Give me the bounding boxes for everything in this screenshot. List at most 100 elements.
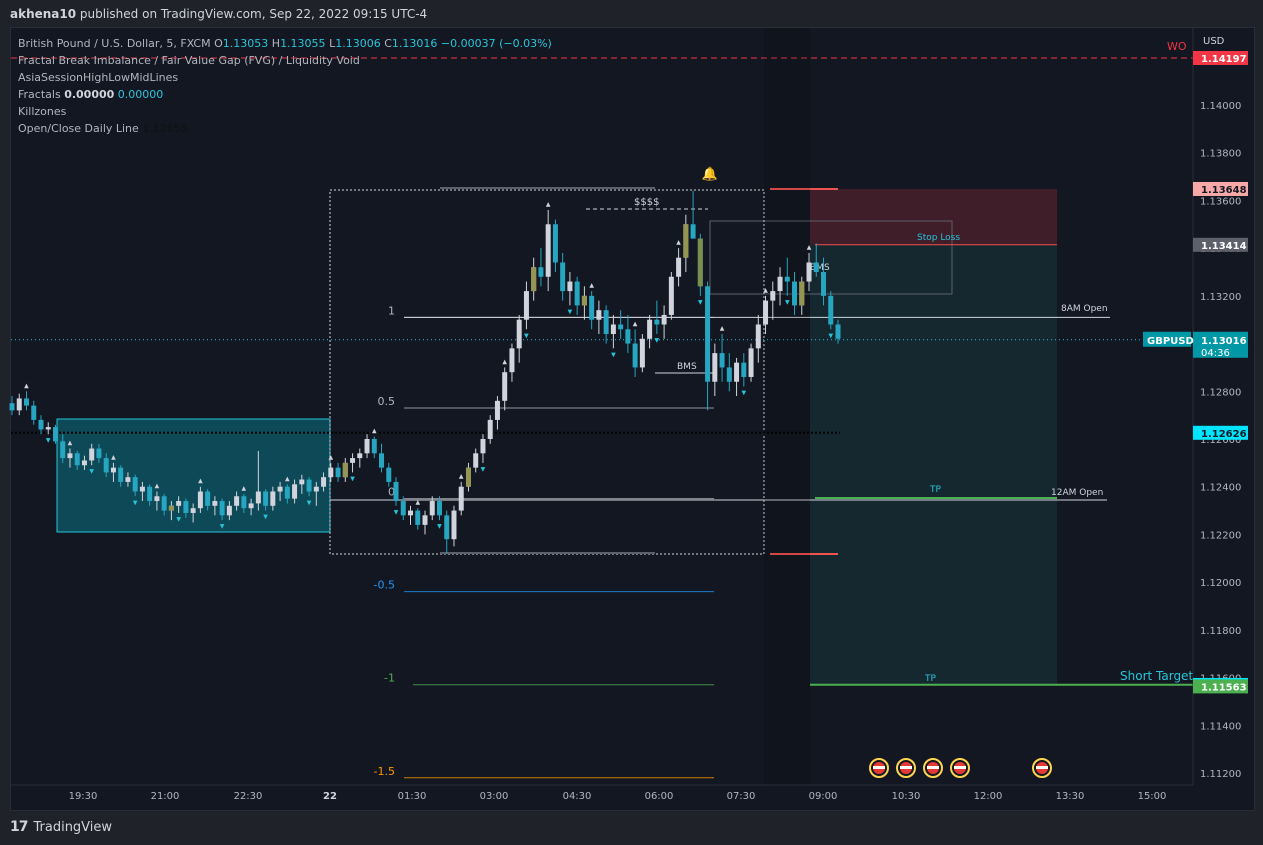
candle-body[interactable] bbox=[748, 348, 754, 377]
candle-body[interactable] bbox=[494, 400, 500, 420]
candle-body[interactable] bbox=[654, 319, 660, 325]
candle-body[interactable] bbox=[422, 515, 428, 525]
candle-body[interactable] bbox=[784, 276, 790, 282]
indicator-daily-line[interactable]: Open/Close Daily Line 1.12655 bbox=[18, 120, 552, 137]
candle-body[interactable] bbox=[806, 262, 812, 282]
candle-body[interactable] bbox=[31, 405, 37, 420]
candle-body[interactable] bbox=[60, 441, 66, 459]
candle-body[interactable] bbox=[690, 224, 696, 239]
candle-body[interactable] bbox=[719, 353, 725, 368]
candle-body[interactable] bbox=[741, 362, 747, 377]
candle-body[interactable] bbox=[400, 501, 406, 516]
candle-body[interactable] bbox=[835, 324, 841, 339]
candle-body[interactable] bbox=[299, 479, 305, 485]
candle-body[interactable] bbox=[661, 314, 667, 325]
candle-body[interactable] bbox=[81, 460, 87, 466]
candle-body[interactable] bbox=[328, 467, 334, 478]
candle-body[interactable] bbox=[523, 291, 529, 320]
candle-body[interactable] bbox=[516, 319, 522, 349]
candle-body[interactable] bbox=[480, 439, 486, 454]
candle-body[interactable] bbox=[161, 496, 167, 511]
candle-body[interactable] bbox=[821, 272, 827, 296]
candle-body[interactable] bbox=[379, 453, 385, 468]
candle-body[interactable] bbox=[96, 448, 102, 459]
candle-body[interactable] bbox=[676, 257, 682, 277]
candle-body[interactable] bbox=[792, 281, 798, 306]
candle-body[interactable] bbox=[248, 503, 254, 509]
candle-body[interactable] bbox=[139, 486, 145, 492]
candle-body[interactable] bbox=[647, 319, 653, 339]
candle-body[interactable] bbox=[89, 448, 95, 461]
candle-body[interactable] bbox=[393, 481, 399, 502]
candle-body[interactable] bbox=[610, 324, 616, 335]
candle-body[interactable] bbox=[313, 486, 319, 492]
candle-body[interactable] bbox=[357, 453, 363, 459]
candle-body[interactable] bbox=[147, 486, 153, 502]
candle-body[interactable] bbox=[190, 508, 196, 513]
indicator-asia-session[interactable]: AsiaSessionHighLowMidLines bbox=[18, 69, 552, 86]
indicator-fractals[interactable]: Fractals 0.00000 0.00000 bbox=[18, 86, 552, 103]
candle-body[interactable] bbox=[132, 477, 138, 492]
candle-body[interactable] bbox=[589, 295, 595, 320]
candle-body[interactable] bbox=[502, 372, 508, 401]
candle-body[interactable] bbox=[668, 276, 674, 315]
candle-body[interactable] bbox=[103, 458, 109, 473]
candle-body[interactable] bbox=[234, 496, 240, 506]
candle-body[interactable] bbox=[364, 439, 370, 454]
candle-body[interactable] bbox=[487, 419, 493, 439]
candle-body[interactable] bbox=[241, 496, 247, 509]
candle-body[interactable] bbox=[226, 505, 232, 516]
candle-body[interactable] bbox=[67, 453, 73, 459]
candle-body[interactable] bbox=[350, 458, 356, 463]
candle-body[interactable] bbox=[408, 510, 414, 516]
candle-body[interactable] bbox=[205, 491, 211, 506]
candle-body[interactable] bbox=[451, 510, 457, 540]
candle-body[interactable] bbox=[125, 477, 131, 482]
candle-body[interactable] bbox=[335, 467, 341, 478]
candle-body[interactable] bbox=[458, 486, 464, 511]
candle-body[interactable] bbox=[509, 348, 515, 373]
candle-body[interactable] bbox=[755, 324, 761, 349]
candle-body[interactable] bbox=[828, 295, 834, 325]
candle-body[interactable] bbox=[777, 276, 783, 292]
candle-body[interactable] bbox=[38, 419, 44, 430]
candle-body[interactable] bbox=[270, 491, 276, 506]
indicator-fvg[interactable]: Fractal Break Imbalance / Fair Value Gap… bbox=[18, 52, 552, 69]
candle-body[interactable] bbox=[813, 262, 819, 272]
candle-body[interactable] bbox=[74, 453, 80, 466]
legend-symbol-row[interactable]: British Pound / U.S. Dollar, 5, FXCM O1.… bbox=[18, 35, 552, 52]
candle-body[interactable] bbox=[560, 262, 566, 292]
candle-body[interactable] bbox=[596, 310, 602, 320]
candle-body[interactable] bbox=[277, 486, 283, 492]
candle-body[interactable] bbox=[386, 467, 392, 482]
candle-body[interactable] bbox=[9, 403, 15, 411]
candle-body[interactable] bbox=[538, 267, 544, 277]
candle-body[interactable] bbox=[23, 398, 29, 406]
candle-body[interactable] bbox=[255, 491, 261, 504]
candle-body[interactable] bbox=[263, 491, 269, 506]
candle-body[interactable] bbox=[545, 224, 551, 277]
candle-body[interactable] bbox=[219, 501, 225, 516]
footer-brand[interactable]: 17 TradingView bbox=[10, 819, 112, 835]
indicator-killzones[interactable]: Killzones bbox=[18, 103, 552, 120]
candle-body[interactable] bbox=[118, 467, 124, 482]
candle-body[interactable] bbox=[415, 510, 421, 525]
candle-body[interactable] bbox=[110, 467, 116, 473]
candle-body[interactable] bbox=[52, 427, 58, 442]
candle-body[interactable] bbox=[763, 300, 769, 325]
candle-body[interactable] bbox=[284, 486, 290, 499]
candle-body[interactable] bbox=[436, 501, 442, 516]
candle-body[interactable] bbox=[734, 362, 740, 382]
candle-body[interactable] bbox=[705, 286, 711, 382]
candle-body[interactable] bbox=[770, 291, 776, 301]
candle-body[interactable] bbox=[552, 224, 558, 263]
candle-body[interactable] bbox=[306, 479, 312, 492]
candle-body[interactable] bbox=[321, 477, 327, 487]
candle-body[interactable] bbox=[16, 398, 22, 411]
candle-body[interactable] bbox=[574, 281, 580, 306]
candle-body[interactable] bbox=[639, 338, 645, 368]
candle-body[interactable] bbox=[154, 496, 160, 502]
candle-body[interactable] bbox=[197, 491, 203, 509]
candle-body[interactable] bbox=[45, 427, 51, 430]
candle-body[interactable] bbox=[712, 353, 718, 382]
